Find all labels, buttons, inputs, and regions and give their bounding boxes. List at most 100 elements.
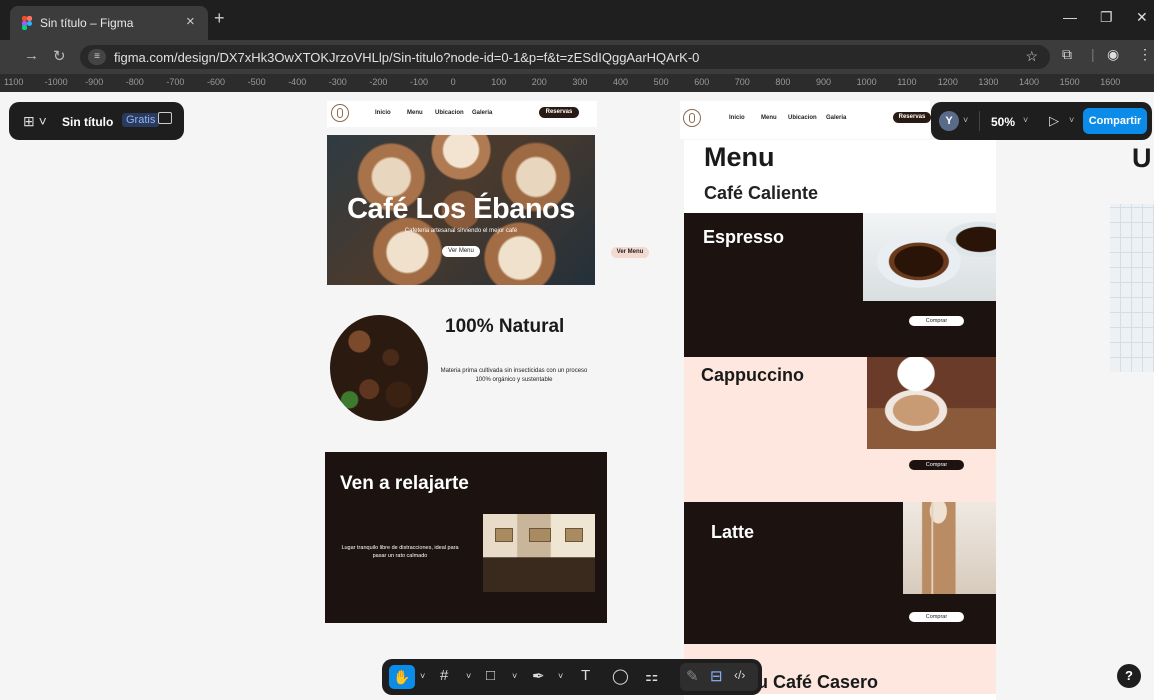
figma-menu-icon[interactable]: ⊞ ˅ xyxy=(23,113,47,130)
coffee-beans-image xyxy=(330,315,428,421)
figma-share-panel: Y ˅ 50% ˅ ▷ ˅ Compartir xyxy=(931,102,1152,140)
home-reserve-button[interactable]: Reservas xyxy=(539,107,579,118)
menu-nav-galeria[interactable]: Galeria xyxy=(826,115,846,121)
tab-title: Sin título – Figma xyxy=(40,16,134,30)
address-bar-row: → ↻ ≡ figma.com/design/DX7xHk3OwXTOKJrzo… xyxy=(0,40,1154,74)
cappuccino-image xyxy=(867,357,996,449)
divider xyxy=(979,111,980,131)
home-logo-icon xyxy=(331,104,349,122)
comment-tool-icon[interactable]: ◯ xyxy=(612,667,629,685)
ruler-tick: 600 xyxy=(694,77,710,87)
menu-nav-inicio[interactable]: Inicio xyxy=(729,115,745,121)
bookmark-star-icon[interactable]: ☆ xyxy=(1025,48,1038,65)
home-nav-inicio[interactable]: Inicio xyxy=(375,110,391,116)
menu-item-latte: Latte Comprar xyxy=(684,502,996,644)
design-mode-icon[interactable]: ⊟ xyxy=(710,667,723,685)
dev-mode-icon[interactable]: ‹/› xyxy=(734,668,745,682)
menu-title: Menu xyxy=(704,142,775,172)
wall-painting xyxy=(495,528,513,542)
menu-nav-menu[interactable]: Menu xyxy=(761,115,777,121)
menu-item-name: Cappuccino xyxy=(701,365,805,385)
frame-tool-icon[interactable]: # xyxy=(440,667,448,684)
ruler-tick: -1000 xyxy=(44,77,68,87)
menu-nav-ubicacion[interactable]: Ubicacion xyxy=(788,115,817,121)
figma-file-panel: ⊞ ˅ Sin título Gratis xyxy=(9,102,184,140)
close-window-icon[interactable]: ✕ xyxy=(1136,9,1148,26)
buy-cappuccino-button[interactable]: Comprar xyxy=(909,460,964,470)
pen-tool-icon[interactable]: ✒ xyxy=(532,667,545,685)
ruler-tick: 700 xyxy=(734,77,750,87)
chevron-down-icon[interactable]: ˅ xyxy=(466,671,471,681)
minimize-icon[interactable]: — xyxy=(1063,9,1077,25)
cafe-casero-title: u Café Casero xyxy=(757,672,879,692)
url-input[interactable]: ≡ figma.com/design/DX7xHk3OwXTOKJrzoVHLl… xyxy=(80,45,1050,69)
ruler-tick: 0 xyxy=(450,77,456,87)
ruler-tick: 1200 xyxy=(937,77,958,87)
site-info-icon[interactable]: ≡ xyxy=(88,49,106,65)
toolbar-divider: | xyxy=(1091,46,1095,62)
restore-icon[interactable]: ❐ xyxy=(1100,9,1113,26)
figma-toolbar: ✋ ˅ # ˅ □ ˅ ✒ ˅ T ◯ ⚏ ✎ ⊟ ‹/› xyxy=(382,659,762,695)
latte-image xyxy=(903,502,996,594)
relax-description: Lugar tranquilo libre de distracciones, … xyxy=(341,545,459,559)
file-name[interactable]: Sin título xyxy=(62,115,113,129)
avatar[interactable]: Y xyxy=(939,111,959,131)
browser-tab[interactable]: Sin título – Figma × xyxy=(10,6,208,40)
home-nav-menu[interactable]: Menu xyxy=(407,110,423,116)
chevron-down-icon[interactable]: ˅ xyxy=(558,671,563,681)
home-nav-galeria[interactable]: Galeria xyxy=(472,110,492,116)
browser-menu-icon[interactable]: ⋮ xyxy=(1138,46,1152,63)
hero-subtitle: Cafeteria artesanal sirviendo el mejor c… xyxy=(404,228,518,234)
chevron-down-icon[interactable]: ˅ xyxy=(1023,115,1028,125)
ruler-tick: -200 xyxy=(369,77,388,87)
text-tool-icon[interactable]: T xyxy=(581,667,590,684)
chevron-down-icon[interactable]: ˅ xyxy=(512,671,517,681)
figma-favicon-icon xyxy=(22,16,32,30)
ruler-tick: -600 xyxy=(207,77,226,87)
buy-latte-button[interactable]: Comprar xyxy=(909,612,964,622)
share-button[interactable]: Compartir xyxy=(1083,108,1147,134)
ruler-tick: 1300 xyxy=(978,77,999,87)
menu-item-name: Latte xyxy=(711,522,755,542)
draw-mode-icon[interactable]: ✎ xyxy=(686,667,699,685)
chevron-down-icon[interactable]: ˅ xyxy=(963,115,968,125)
ruler-tick: 100 xyxy=(491,77,507,87)
close-tab-icon[interactable]: × xyxy=(186,13,195,30)
extensions-icon[interactable]: ⧉ xyxy=(1062,46,1072,63)
dev-mode-section: ✎ ⊟ ‹/› xyxy=(680,663,758,691)
hand-tool-icon[interactable]: ✋ xyxy=(389,665,415,689)
hero-title: Café Los Ébanos xyxy=(347,193,575,225)
chevron-down-icon[interactable]: ˅ xyxy=(1069,115,1074,125)
ruler-tick: 1100 xyxy=(4,77,24,87)
ruler-tick: 200 xyxy=(531,77,547,87)
floating-menu-button[interactable]: Ver Menu xyxy=(611,247,649,258)
natural-title: 100% Natural xyxy=(445,316,565,337)
ruler-tick: 800 xyxy=(775,77,791,87)
plan-badge[interactable]: Gratis xyxy=(122,113,160,127)
present-icon[interactable]: ▷ xyxy=(1049,113,1059,129)
rectangle-tool-icon[interactable]: □ xyxy=(486,667,495,684)
profile-icon[interactable]: ◉ xyxy=(1107,46,1119,63)
actions-icon[interactable]: ⚏ xyxy=(645,667,658,685)
new-tab-icon[interactable]: + xyxy=(214,8,225,29)
url-text: figma.com/design/DX7xHk3OwXTOKJrzoVHLlp/… xyxy=(114,50,700,65)
menu-reserve-button[interactable]: Reservas xyxy=(893,112,931,123)
menu-logo-icon xyxy=(683,109,701,127)
toggle-sidebar-icon[interactable] xyxy=(158,112,172,124)
ruler-tick: 1500 xyxy=(1059,77,1080,87)
menu-item-name: Espresso xyxy=(703,227,785,247)
map-image xyxy=(1110,204,1154,372)
hero-banner: Café Los Ébanos Cafeteria artesanal sirv… xyxy=(327,135,595,285)
horizontal-ruler: 1100 -1000 -900 -800 -700 -600 -500 -400 -300 -20… xyxy=(0,74,1154,92)
zoom-level[interactable]: 50% xyxy=(991,115,1015,129)
help-button[interactable]: ? xyxy=(1117,664,1141,688)
reload-icon[interactable]: ↻ xyxy=(53,47,66,65)
home-nav-ubicacion[interactable]: Ubicacion xyxy=(435,110,464,116)
buy-espresso-button[interactable]: Comprar xyxy=(909,316,964,326)
forward-icon[interactable]: → xyxy=(24,47,39,64)
hero-menu-button[interactable]: Ver Menu xyxy=(442,246,480,257)
ruler-tick: 300 xyxy=(572,77,588,87)
ruler-tick: -100 xyxy=(410,77,429,87)
relax-title: Ven a relajarte xyxy=(340,473,469,494)
chevron-down-icon[interactable]: ˅ xyxy=(420,671,425,681)
